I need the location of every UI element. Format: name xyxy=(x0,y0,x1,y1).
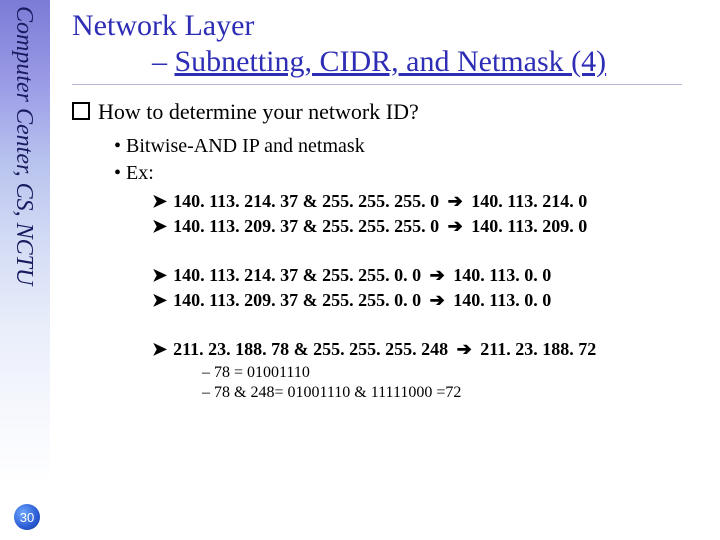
binary-line: 78 = 01001110 xyxy=(202,364,700,382)
triangle-bullet-icon: ➤ xyxy=(152,191,167,211)
example-rhs: 140. 113. 209. 0 xyxy=(471,216,587,236)
page-number-badge: 30 xyxy=(14,504,40,530)
group-gap xyxy=(72,241,700,259)
triangle-bullet-icon: ➤ xyxy=(152,265,167,285)
example-group-1: ➤140. 113. 214. 37 & 255. 255. 255. 0 ➔ … xyxy=(152,191,700,237)
example-lhs: 140. 113. 209. 37 & 255. 255. 255. 0 xyxy=(173,216,439,236)
example-row: ➤ 211. 23. 188. 78 & 255. 255. 255. 248 ➔… xyxy=(152,339,700,360)
example-rhs: 140. 113. 0. 0 xyxy=(453,265,551,285)
binary-explanation-list: 78 = 01001110 78 & 248= 01001110 & 11111… xyxy=(202,364,700,402)
sidebar-gradient: Computer Center, CS, NCTU 30 xyxy=(0,0,50,540)
method-list: Bitwise-AND IP and netmask Ex: xyxy=(114,135,700,185)
example-lhs: 211. 23. 188. 78 & 255. 255. 255. 248 xyxy=(173,339,448,359)
triangle-bullet-icon: ➤ xyxy=(152,339,167,359)
method-item: Bitwise-AND IP and netmask xyxy=(114,135,700,158)
question-line: How to determine your network ID? xyxy=(72,99,700,125)
example-group-3: ➤ 211. 23. 188. 78 & 255. 255. 255. 248 ➔… xyxy=(152,339,700,360)
example-lhs: 140. 113. 214. 37 & 255. 255. 0. 0 xyxy=(173,265,421,285)
example-row: ➤ 140. 113. 209. 37 & 255. 255. 0. 0 ➔ 14… xyxy=(152,290,700,311)
example-rhs: 140. 113. 214. 0 xyxy=(471,191,587,211)
group-gap xyxy=(72,315,700,333)
example-row: ➤140. 113. 209. 37 & 255. 255. 255. 0 ➔ … xyxy=(152,216,700,237)
sidebar-title: Computer Center, CS, NCTU xyxy=(0,0,37,285)
title-dash: – xyxy=(152,45,167,78)
title-underline-rule xyxy=(72,84,682,85)
example-row: ➤ 140. 113. 214. 37 & 255. 255. 0. 0 ➔ 14… xyxy=(152,265,700,286)
example-rhs: 140. 113. 0. 0 xyxy=(453,290,551,310)
arrow-icon: ➔ xyxy=(448,216,463,236)
example-group-2: ➤ 140. 113. 214. 37 & 255. 255. 0. 0 ➔ 14… xyxy=(152,265,700,311)
arrow-icon: ➔ xyxy=(430,265,445,285)
triangle-bullet-icon: ➤ xyxy=(152,290,167,310)
slide-root: Computer Center, CS, NCTU 30 Network Lay… xyxy=(0,0,720,540)
example-rhs: 211. 23. 188. 72 xyxy=(480,339,596,359)
title-subtitle: Subnetting, CIDR, and Netmask (4) xyxy=(175,45,607,78)
content-area: Network Layer – Subnetting, CIDR, and Ne… xyxy=(72,8,700,404)
arrow-icon: ➔ xyxy=(457,339,472,359)
arrow-icon: ➔ xyxy=(430,290,445,310)
example-lhs: 140. 113. 214. 37 & 255. 255. 255. 0 xyxy=(173,191,439,211)
title-line1: Network Layer xyxy=(72,8,700,44)
binary-line: 78 & 248= 01001110 & 11111000 =72 xyxy=(202,384,700,402)
title-line2: – Subnetting, CIDR, and Netmask (4) xyxy=(72,44,700,80)
method-item: Ex: xyxy=(114,162,700,185)
arrow-icon: ➔ xyxy=(448,191,463,211)
question-text: How to determine your network ID? xyxy=(98,99,419,124)
square-bullet-icon xyxy=(72,102,90,120)
example-lhs: 140. 113. 209. 37 & 255. 255. 0. 0 xyxy=(173,290,421,310)
triangle-bullet-icon: ➤ xyxy=(152,216,167,236)
example-row: ➤140. 113. 214. 37 & 255. 255. 255. 0 ➔ … xyxy=(152,191,700,212)
